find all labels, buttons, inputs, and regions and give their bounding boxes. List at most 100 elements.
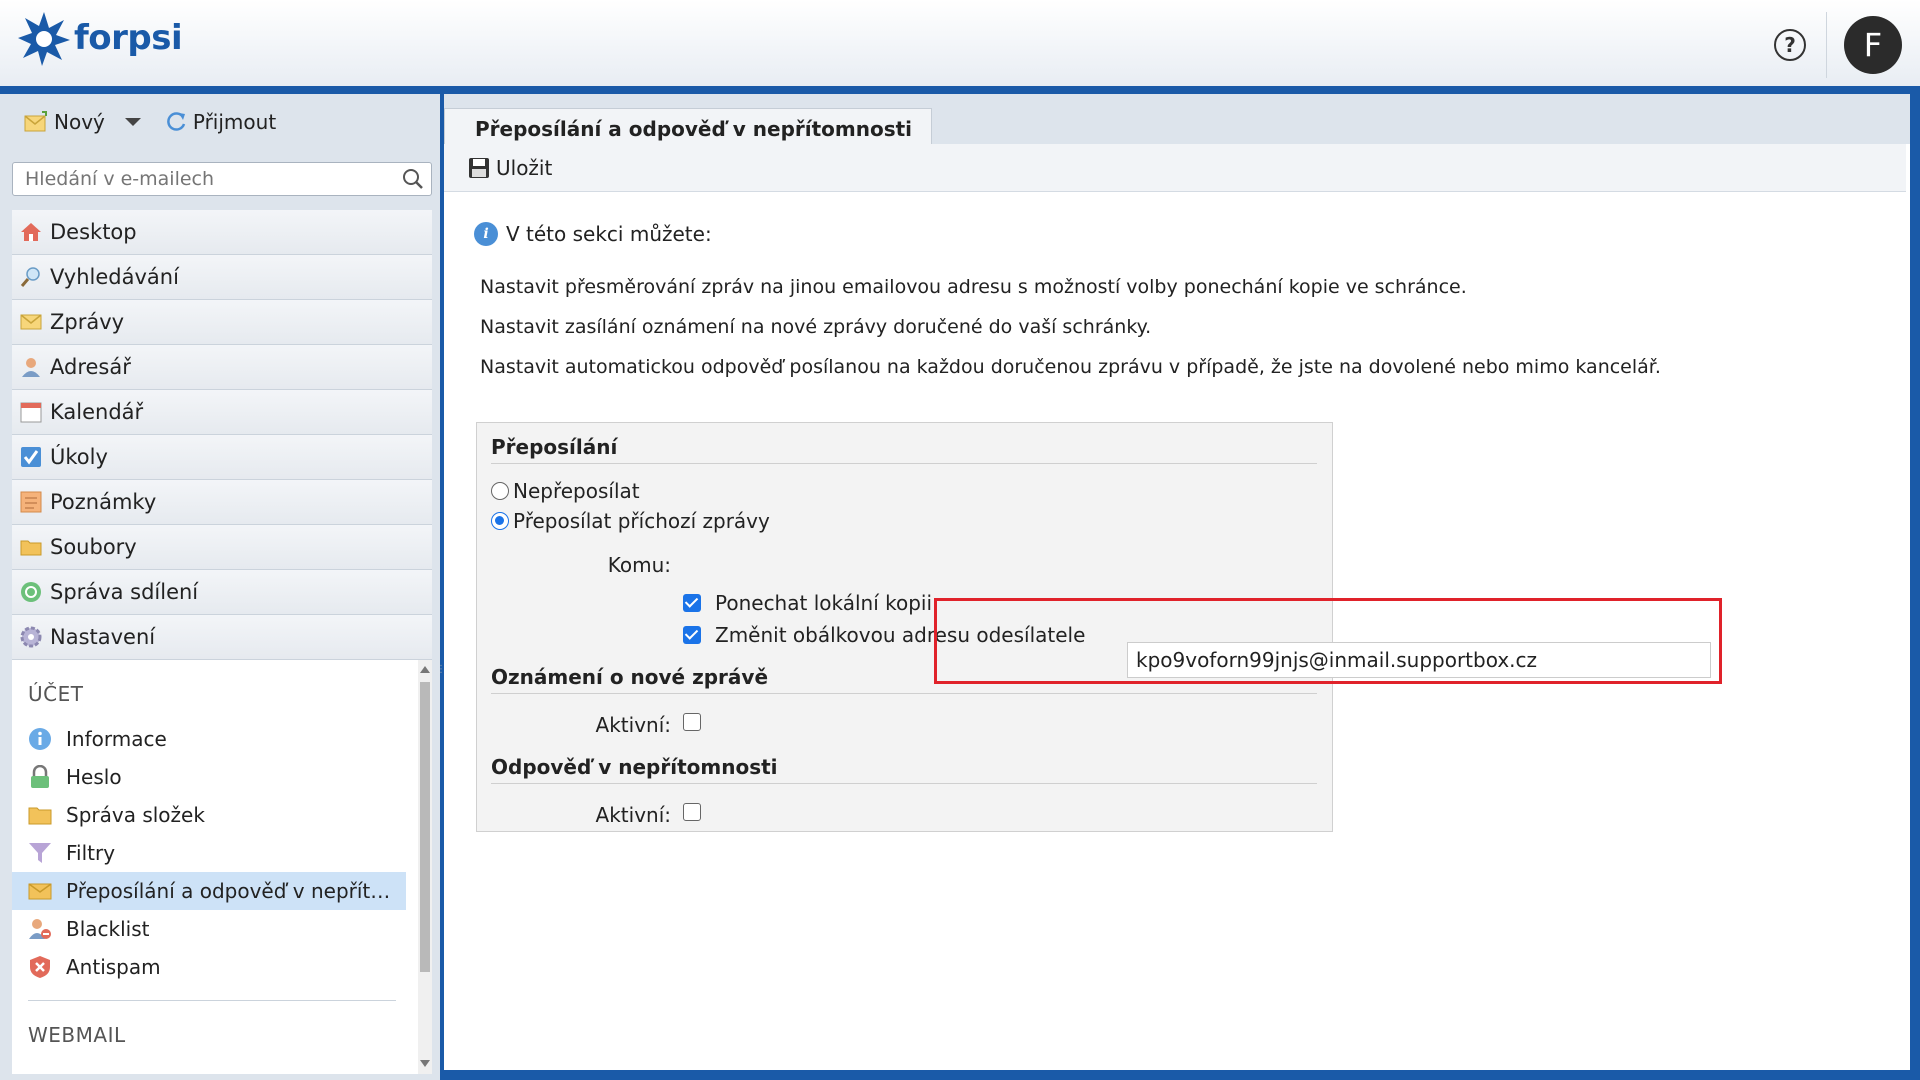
keep-copy-checkbox[interactable] [683,594,701,612]
scroll-thumb[interactable] [420,682,430,972]
new-button[interactable]: Nový [24,110,141,134]
user-avatar[interactable]: F [1844,16,1902,74]
nav-label: Nastavení [50,625,156,649]
contacts-icon [22,358,40,377]
nav-item-tasks[interactable]: Úkoly [12,435,432,480]
share-icon [21,582,41,602]
receive-label: Přijmout [192,110,277,134]
nav-item-messages[interactable]: Zprávy [12,300,432,345]
settings-item-folders[interactable]: Správa složek [12,796,406,834]
keep-copy-label: Ponechat lokální kopii [715,591,933,615]
nav-item-contacts[interactable]: Adresář [12,345,432,390]
settings-item-label: Blacklist [66,917,150,941]
info-icon: i [474,222,498,246]
settings-item-label: Filtry [66,841,116,865]
radio-label: Nepřeposílat [513,479,640,503]
nav-label: Soubory [50,535,137,559]
radio-button[interactable] [491,482,509,500]
folder-icon [20,540,42,556]
envelope-icon [20,314,42,330]
nav-item-files[interactable]: Soubory [12,525,432,570]
settings-scrollbar[interactable] [418,660,432,1074]
change-envelope-checkbox[interactable] [683,626,701,644]
folder-icon [28,807,52,825]
radio-button[interactable] [491,512,509,530]
app-header: forpsi ? F [0,0,1920,90]
radio-forward[interactable]: Přeposílat příchozí zprávy [491,509,770,533]
settings-item-label: Správa složek [66,803,205,827]
keep-copy-option[interactable]: Ponechat lokální kopii [683,591,932,615]
nav-item-settings[interactable]: Nastavení [12,615,432,660]
save-button[interactable]: Uložit [468,156,552,180]
header-divider [1826,12,1827,78]
settings-item-label: Heslo [66,765,122,789]
forward-mail-icon [28,883,52,900]
info-icon [29,728,51,750]
account-heading: ÚČET [28,682,84,706]
panel-splitter[interactable]: ⋮ [436,664,446,688]
logo-text: forpsi [74,18,183,58]
nav-label: Správa sdílení [50,580,199,604]
nav-label: Poznámky [50,490,157,514]
action-toolbar: Uložit [444,144,1906,192]
intro-text: V této sekci můžete: [506,222,712,246]
autoreply-active-option[interactable] [683,803,715,821]
nav-label: Zprávy [50,310,125,334]
intro-paragraph: Nastavit přesměrování zpráv na jinou ema… [480,276,1467,298]
settings-item-label: Informace [66,727,167,751]
intro-paragraph: Nastavit zasílání oznámení na nové zpráv… [480,316,1152,338]
checkbox-icon [21,447,41,467]
blacklist-icon [29,919,51,939]
floppy-disk-icon [469,157,489,178]
lock-icon [31,765,49,788]
nav-item-calendar[interactable]: Kalendář [12,390,432,435]
settings-item-antispam[interactable]: Antispam [12,948,406,986]
tab-forwarding[interactable]: Přeposílání a odpověď v nepřítomnosti [444,108,932,146]
settings-item-password[interactable]: Heslo [12,758,406,796]
scroll-down-icon[interactable] [420,1060,430,1067]
nav-item-notes[interactable]: Poznámky [12,480,432,525]
calendar-icon [20,402,42,423]
settings-item-label: Antispam [66,955,161,979]
intro-section: i V této sekci můžete: Nastavit přesměro… [474,222,1874,396]
nav-label: Desktop [50,220,137,244]
nav-label: Kalendář [50,400,144,424]
star-logo-icon [18,12,70,66]
settings-item-blacklist[interactable]: Blacklist [12,910,406,948]
settings-item-info[interactable]: Informace [12,720,406,758]
chevron-down-icon[interactable] [124,118,141,126]
autoreply-active-label: Aktivní: [595,803,671,827]
settings-panel: ÚČET Informace Heslo Správa složek Filtr… [12,660,432,1074]
new-mail-icon [24,111,47,132]
receive-button[interactable]: Přijmout [165,110,276,134]
forpsi-logo[interactable]: forpsi [18,10,183,66]
to-label: Komu: [607,553,671,577]
main-nav: Desktop Vyhledávání Zprávy Adresář Kalen… [12,210,432,660]
nav-label: Úkoly [50,445,108,469]
main-panel: Přeposílání a odpověď v nepřítomnosti Ul… [444,94,1910,1070]
settings-item-forwarding[interactable]: Přeposílání a odpověď v nepřít… [12,872,406,910]
nav-item-search[interactable]: Vyhledávání [12,255,432,300]
nav-item-sharing[interactable]: Správa sdílení [12,570,432,615]
save-label: Uložit [496,155,553,180]
home-icon [21,223,41,241]
mail-toolbar: Nový Přijmout [24,110,300,134]
nav-label: Vyhledávání [50,265,179,289]
help-icon[interactable]: ? [1774,29,1806,61]
intro-line: i V této sekci můžete: [474,222,1874,246]
left-panel: Nový Přijmout Desktop Vyhledávání Zprávy [0,94,446,1080]
search-input[interactable] [12,162,432,196]
search-icon [20,267,40,287]
notification-active-option[interactable] [683,713,715,731]
radio-no-forward[interactable]: Nepřeposílat [491,479,640,503]
nav-item-desktop[interactable]: Desktop [12,210,432,255]
autoreply-active-checkbox[interactable] [683,803,701,821]
scroll-up-icon[interactable] [420,666,430,673]
notification-active-label: Aktivní: [595,713,671,737]
note-icon [20,491,42,513]
settings-item-filters[interactable]: Filtry [12,834,406,872]
search-icon[interactable] [402,168,424,190]
autoreply-title: Odpověď v nepřítomnosti [491,755,1317,784]
refresh-icon [167,112,186,131]
notification-active-checkbox[interactable] [683,713,701,731]
